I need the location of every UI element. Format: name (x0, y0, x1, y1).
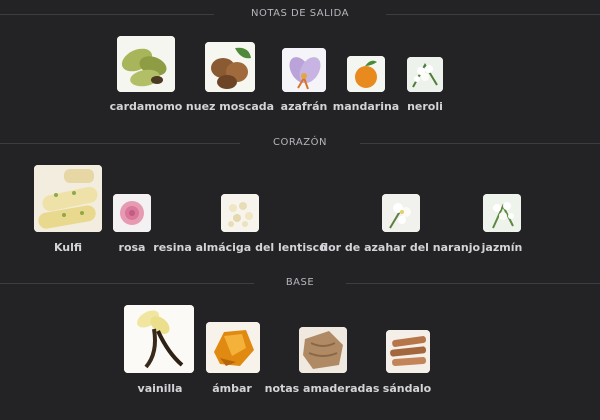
vanilla-image (124, 305, 194, 373)
note-label: nuez moscada (185, 100, 275, 113)
neroli-image (407, 57, 443, 92)
woody-notes-image (299, 327, 347, 373)
kulfi-image (34, 165, 102, 232)
rose-image (113, 194, 151, 232)
note-label: cardamomo (109, 100, 183, 113)
nutmeg-image (205, 42, 255, 92)
note-label: azafrán (280, 100, 328, 113)
note-label: neroli (407, 100, 443, 113)
cardamom-image (117, 36, 175, 92)
orange-blossom-image (382, 194, 420, 232)
note-label: mandarina (332, 100, 400, 113)
note-label: vainilla (137, 382, 183, 395)
amber-image (206, 322, 260, 373)
saffron-image (282, 48, 326, 92)
note-label: jazmín (481, 241, 523, 254)
note-label: sándalo (382, 382, 432, 395)
section-header-top-notes: NOTAS DE SALIDA (0, 7, 600, 21)
divider (360, 143, 600, 144)
note-label: flor de azahar del naranjo (319, 241, 481, 254)
divider (346, 283, 600, 284)
note-label: Kulfi (53, 241, 83, 254)
sandalwood-image (386, 330, 430, 373)
note-label: ámbar (212, 382, 252, 395)
note-label: resina almáciga del lentisco (153, 241, 327, 254)
mandarin-image (347, 56, 385, 92)
note-label: rosa (118, 241, 146, 254)
divider (386, 14, 600, 15)
section-header-heart-notes: CORAZÓN (0, 136, 600, 150)
note-label: notas amaderadas (264, 382, 380, 395)
section-header-base-notes: BASE (0, 276, 600, 290)
mastic-resin-image (221, 194, 259, 232)
jasmine-image (483, 194, 521, 232)
